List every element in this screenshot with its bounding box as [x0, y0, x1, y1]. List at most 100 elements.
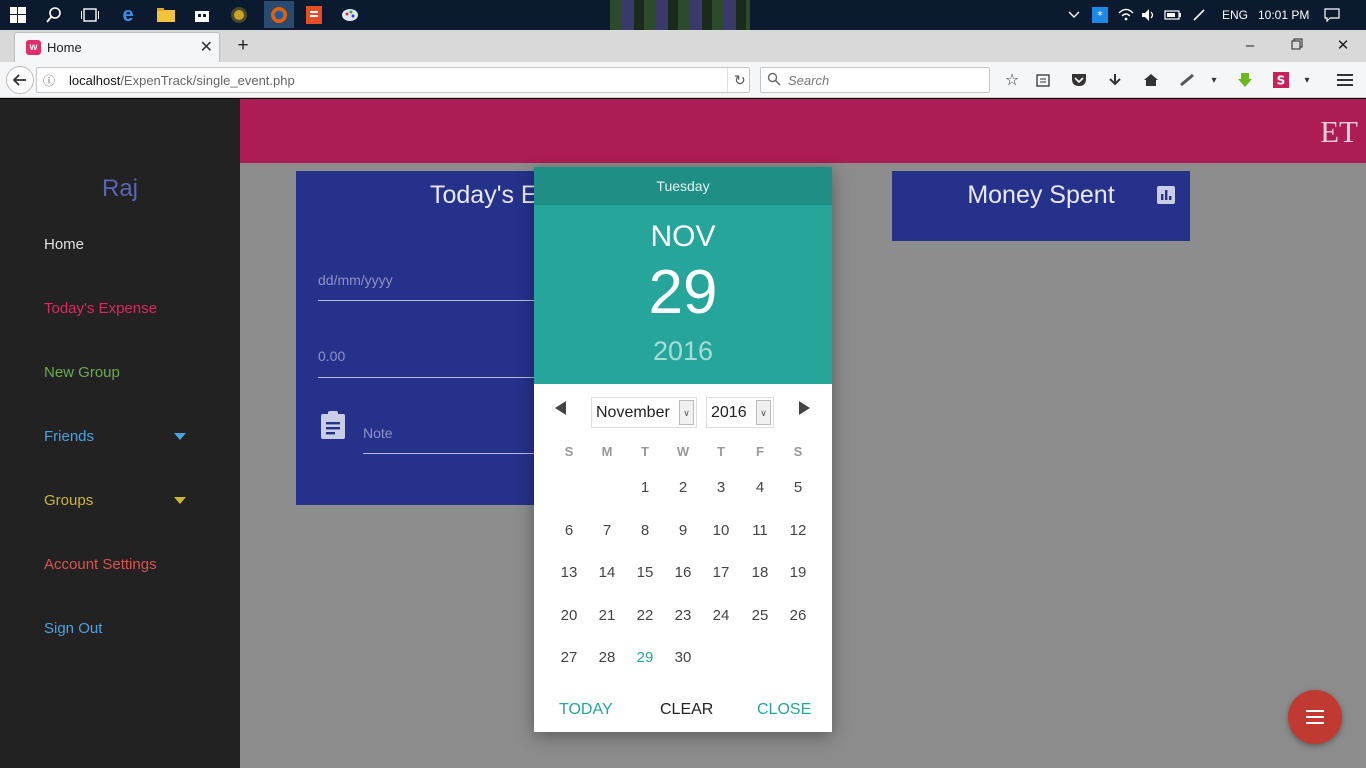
calendar-day[interactable]: 20 — [551, 607, 587, 624]
calendar-day[interactable]: 10 — [703, 522, 739, 539]
reload-icon[interactable]: ↻ — [734, 72, 746, 89]
firefox-icon[interactable] — [264, 1, 294, 28]
friends-chevron-down-icon[interactable] — [174, 433, 186, 440]
calendar-day[interactable]: 11 — [742, 522, 778, 539]
url-bar[interactable]: ⓘ localhost/ExpenTrack/single_event.php … — [36, 67, 750, 93]
calendar-day[interactable]: 15 — [627, 564, 663, 581]
sidebar-item-groups[interactable]: Groups — [44, 492, 93, 509]
sidebar-item-new-group[interactable]: New Group — [44, 364, 120, 381]
calendar-day[interactable]: 16 — [665, 564, 701, 581]
expense-card-title: Today's E — [430, 181, 538, 209]
calendar-day[interactable]: 12 — [780, 522, 816, 539]
calendar-day[interactable]: 7 — [589, 522, 625, 539]
tray-clock[interactable]: 10:01 PM — [1258, 0, 1309, 30]
calendar-day[interactable]: 9 — [665, 522, 701, 539]
groups-chevron-down-icon[interactable] — [174, 497, 186, 504]
tray-app-icon[interactable]: * — [1092, 0, 1108, 30]
battery-icon[interactable] — [1164, 0, 1182, 30]
calendar-day[interactable]: 4 — [742, 479, 778, 496]
next-month-arrow-icon[interactable] — [799, 401, 810, 415]
today-button[interactable]: TODAY — [559, 701, 613, 719]
calendar-day[interactable]: 29 — [627, 649, 663, 666]
windows-start-icon[interactable] — [6, 3, 30, 27]
calendar-day[interactable]: 25 — [742, 607, 778, 624]
previous-month-arrow-icon[interactable] — [555, 401, 566, 415]
fab-menu-button[interactable] — [1288, 690, 1342, 744]
calendar-day[interactable]: 28 — [589, 649, 625, 666]
year-select-chevron-icon[interactable]: ∨ — [756, 400, 771, 425]
search-field[interactable]: Search — [760, 67, 990, 93]
back-arrow-icon[interactable] — [6, 66, 34, 94]
dropdown-arrow-icon[interactable]: ▾ — [1201, 67, 1227, 93]
sidebar-item-friends[interactable]: Friends — [44, 428, 94, 445]
calendar-day[interactable]: 30 — [665, 649, 701, 666]
tray-language[interactable]: ENG — [1222, 0, 1248, 30]
calendar-day[interactable]: 24 — [703, 607, 739, 624]
brand-logo[interactable]: ET — [1320, 114, 1358, 150]
calendar-day[interactable]: 21 — [589, 607, 625, 624]
tab-title: Home — [47, 40, 82, 55]
date-field-placeholder[interactable]: dd/mm/yyyy — [318, 272, 393, 288]
calendar-day[interactable]: 23 — [665, 607, 701, 624]
developer-tools-icon[interactable] — [1174, 67, 1200, 93]
bookmark-star-icon[interactable]: ☆ — [999, 67, 1025, 93]
calendar-day[interactable]: 14 — [589, 564, 625, 581]
extension-dropdown-icon[interactable]: ▾ — [1294, 67, 1320, 93]
date-field-underline — [318, 300, 536, 301]
month-select-chevron-icon[interactable]: ∨ — [679, 400, 694, 425]
search-icon[interactable] — [42, 3, 66, 27]
calendar-day[interactable]: 18 — [742, 564, 778, 581]
close-window-icon[interactable]: ✕ — [1331, 34, 1355, 58]
sidebar-item-sign-out[interactable]: Sign Out — [44, 620, 102, 637]
calendar-day[interactable]: 3 — [703, 479, 739, 496]
clear-button[interactable]: CLEAR — [660, 701, 713, 719]
calendar-day[interactable]: 13 — [551, 564, 587, 581]
pocket-icon[interactable] — [1066, 67, 1092, 93]
action-center-icon[interactable] — [1324, 0, 1340, 30]
year-select[interactable]: 2016 ∨ — [706, 397, 774, 428]
calendar-day[interactable]: 26 — [780, 607, 816, 624]
bar-chart-icon[interactable] — [1157, 186, 1175, 209]
note-field-placeholder[interactable]: Note — [363, 425, 393, 441]
calendar-day[interactable]: 19 — [780, 564, 816, 581]
download-icon[interactable] — [1102, 67, 1128, 93]
home-icon[interactable] — [1138, 67, 1164, 93]
tray-chevron-icon[interactable] — [1068, 0, 1080, 30]
wifi-icon[interactable] — [1118, 0, 1134, 30]
html-editor-icon[interactable] — [302, 3, 326, 27]
sidebar-item-todays-expense[interactable]: Today's Expense — [44, 300, 157, 317]
sidebar-item-home[interactable]: Home — [44, 236, 84, 253]
amount-field-placeholder[interactable]: 0.00 — [318, 348, 345, 364]
close-button[interactable]: CLOSE — [757, 701, 811, 719]
edge-browser-icon[interactable]: e — [116, 3, 140, 27]
hamburger-menu-icon[interactable] — [1332, 67, 1358, 93]
calendar-day[interactable]: 8 — [627, 522, 663, 539]
volume-icon[interactable] — [1141, 0, 1157, 30]
new-tab-icon[interactable]: + — [231, 34, 255, 58]
calendar-day[interactable]: 1 — [627, 479, 663, 496]
calendar-day[interactable]: 17 — [703, 564, 739, 581]
calendar-day[interactable]: 5 — [780, 479, 816, 496]
sidebar-item-label: New Group — [44, 364, 120, 381]
calendar-day[interactable]: 2 — [665, 479, 701, 496]
month-select[interactable]: November ∨ — [591, 397, 697, 428]
task-view-icon[interactable] — [78, 3, 102, 27]
sidebar-item-label: Account Settings — [44, 556, 157, 573]
site-info-icon[interactable]: ⓘ — [43, 72, 55, 89]
file-explorer-icon[interactable] — [154, 3, 178, 27]
close-tab-icon[interactable]: ✕ — [200, 37, 213, 57]
pen-icon[interactable] — [1192, 0, 1206, 30]
reading-list-icon[interactable] — [1030, 67, 1056, 93]
app-15-icon[interactable] — [227, 3, 251, 27]
calendar-day[interactable]: 6 — [551, 522, 587, 539]
minimize-icon[interactable]: – — [1238, 34, 1262, 58]
calendar-day[interactable]: 22 — [627, 607, 663, 624]
browser-tab[interactable]: w Home ✕ — [14, 32, 220, 62]
paint-icon[interactable] — [338, 3, 362, 27]
calendar-day[interactable]: 27 — [551, 649, 587, 666]
green-download-extension-icon[interactable] — [1232, 67, 1258, 93]
restore-icon[interactable] — [1285, 34, 1309, 58]
store-icon[interactable] — [190, 3, 214, 27]
s-extension-icon[interactable]: S — [1268, 67, 1294, 93]
sidebar-item-account-settings[interactable]: Account Settings — [44, 556, 157, 573]
